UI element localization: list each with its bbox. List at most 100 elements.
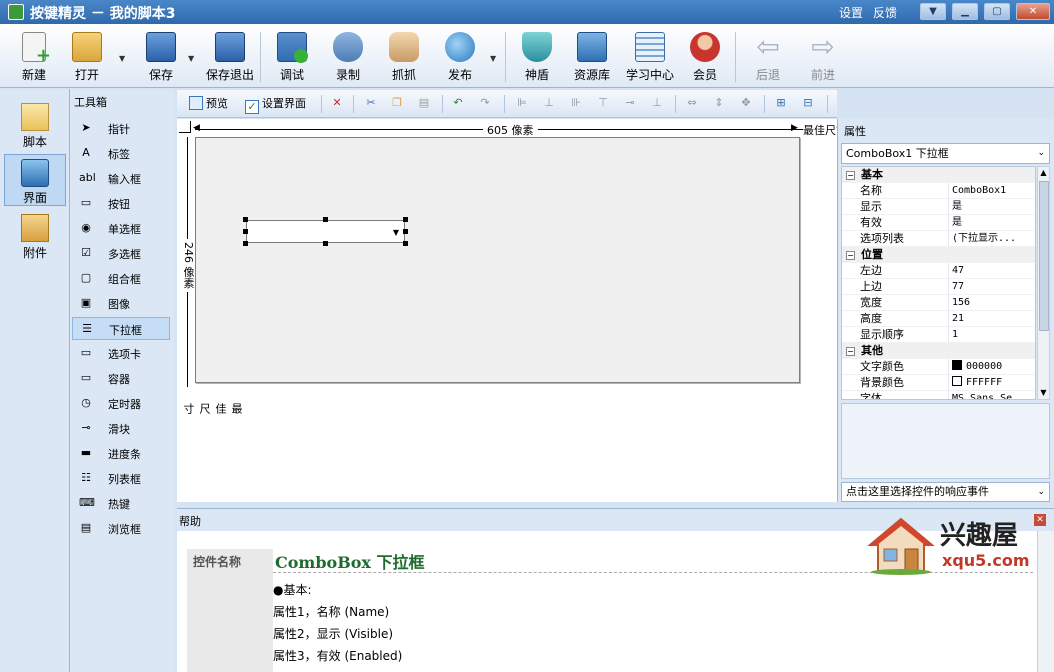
tool-checkbox[interactable]: ☑ 多选框 [72, 242, 170, 265]
settings-link[interactable]: 设置 [839, 4, 863, 21]
property-row[interactable]: 选项列表 (下拉显示... [842, 231, 1035, 247]
open-dropdown-arrow[interactable]: ▼ [119, 54, 125, 63]
scroll-up-icon[interactable]: ▲ [1038, 167, 1049, 179]
tool-tab[interactable]: ▭ 选项卡 [72, 342, 170, 365]
align-left-icon[interactable]: ⊫ [515, 96, 529, 110]
same-height-icon[interactable]: ⇕ [712, 96, 726, 110]
same-size-icon[interactable]: ✥ [739, 96, 753, 110]
align-center-icon[interactable]: ⊥ [542, 96, 556, 110]
record-button[interactable]: 录制 [323, 30, 373, 86]
tool-textbox[interactable]: abl 输入框 [72, 167, 170, 190]
tool-label[interactable]: A 标签 [72, 142, 170, 165]
property-row[interactable]: 显示 是 [842, 199, 1035, 215]
property-value[interactable]: 是 [948, 215, 1035, 231]
resize-handle[interactable] [243, 241, 248, 246]
tool-container[interactable]: ▭ 容器 [72, 367, 170, 390]
publish-button[interactable]: 发布 [435, 30, 485, 86]
debug-button[interactable]: 调试 [267, 30, 317, 86]
property-row[interactable]: 上边 77 [842, 279, 1035, 295]
scroll-down-icon[interactable]: ▼ [1038, 387, 1049, 399]
publish-dropdown-arrow[interactable]: ▼ [490, 54, 496, 63]
property-row[interactable]: 宽度 156 [842, 295, 1035, 311]
scroll-thumb[interactable] [1039, 181, 1049, 331]
tool-image[interactable]: ▣ 图像 [72, 292, 170, 315]
tool-slider[interactable]: ⊸ 滑块 [72, 417, 170, 440]
property-value[interactable]: FFFFFF [948, 375, 1035, 391]
tool-groupbox[interactable]: ▢ 组合框 [72, 267, 170, 290]
nav-attachment[interactable]: 附件 [4, 210, 66, 262]
best-size-v-label[interactable]: 最佳尺寸 [180, 403, 244, 414]
property-value[interactable]: ComboBox1 [948, 183, 1035, 199]
collapse-icon[interactable]: − [846, 347, 855, 356]
save-exit-button[interactable]: 保存退出 [202, 30, 258, 86]
member-button[interactable]: 会员 [680, 30, 730, 86]
tool-hotkey[interactable]: ⌨ 热键 [72, 492, 170, 515]
tool-listbox[interactable]: ☷ 列表框 [72, 467, 170, 490]
align-right-icon[interactable]: ⊪ [569, 96, 583, 110]
resize-handle[interactable] [243, 229, 248, 234]
property-row[interactable]: 显示顺序 1 [842, 327, 1035, 343]
nav-script[interactable]: 脚本 [4, 99, 66, 151]
resize-handle[interactable] [403, 229, 408, 234]
property-value[interactable]: 000000 [948, 359, 1035, 375]
resize-handle[interactable] [403, 217, 408, 222]
feedback-link[interactable]: 反馈 [873, 4, 897, 21]
center-vertical-icon[interactable]: ⊟ [801, 96, 815, 110]
tool-radio[interactable]: ◉ 单选框 [72, 217, 170, 240]
back-button[interactable]: ⇦ 后退 [743, 30, 793, 86]
save-dropdown-arrow[interactable]: ▼ [188, 54, 194, 63]
align-middle-icon[interactable]: ⊸ [623, 96, 637, 110]
resize-handle[interactable] [403, 241, 408, 246]
tool-progressbar[interactable]: ▬ 进度条 [72, 442, 170, 465]
center-horizontal-icon[interactable]: ⊞ [774, 96, 788, 110]
same-width-icon[interactable]: ⇔ [685, 96, 699, 110]
new-button[interactable]: + 新建 [9, 30, 59, 86]
collapse-icon[interactable]: − [846, 251, 855, 260]
align-bottom-icon[interactable]: ⊥ [650, 96, 664, 110]
maximize-button[interactable]: ▢ [984, 3, 1010, 20]
property-category[interactable]: − 基本 [842, 167, 1035, 183]
property-scrollbar[interactable]: ▲ ▼ [1037, 166, 1050, 400]
minimize-button[interactable]: ▁ [952, 3, 978, 20]
property-row[interactable]: 左边 47 [842, 263, 1035, 279]
close-button[interactable]: ✕ [1016, 3, 1050, 20]
cut-icon[interactable]: ✂ [364, 96, 378, 110]
property-row[interactable]: 有效 是 [842, 215, 1035, 231]
property-row[interactable]: 名称 ComboBox1 [842, 183, 1035, 199]
help-scrollbar[interactable] [1037, 531, 1054, 672]
nav-interface[interactable]: 界面 [4, 154, 66, 206]
redo-icon[interactable]: ↷ [478, 96, 492, 110]
property-row[interactable]: 背景颜色 FFFFFF [842, 375, 1035, 391]
property-category[interactable]: − 位置 [842, 247, 1035, 263]
align-top-icon[interactable]: ⊤ [596, 96, 610, 110]
copy-icon[interactable]: ❐ [390, 96, 404, 110]
tool-timer[interactable]: ◷ 定时器 [72, 392, 170, 415]
close-icon[interactable]: ✕ [1034, 514, 1046, 526]
combobox-control[interactable]: ▼ [246, 220, 405, 243]
events-selector[interactable]: 点击这里选择控件的响应事件 ⌄ [841, 482, 1050, 502]
tool-button[interactable]: ▭ 按钮 [72, 192, 170, 215]
undo-icon[interactable]: ↶ [451, 96, 465, 110]
tool-pointer[interactable]: ➤ 指针 [72, 117, 170, 140]
tool-combobox[interactable]: ☰ 下拉框 [72, 317, 170, 340]
menu-button[interactable]: ▼ [920, 3, 946, 20]
resize-handle[interactable] [243, 217, 248, 222]
shield-button[interactable]: 神盾 [512, 30, 562, 86]
preview-button[interactable]: 预览 [189, 95, 228, 113]
property-row[interactable]: 字体 MS Sans Se... [842, 391, 1035, 399]
property-value[interactable]: 是 [948, 199, 1035, 215]
property-value[interactable]: 1 [948, 327, 1035, 343]
save-button[interactable]: 保存 [136, 30, 186, 86]
property-row[interactable]: 文字颜色 000000 [842, 359, 1035, 375]
property-value[interactable]: 47 [948, 263, 1035, 279]
property-category[interactable]: − 其他 [842, 343, 1035, 359]
form-window[interactable]: ▼ [195, 137, 800, 383]
property-row[interactable]: 高度 21 [842, 311, 1035, 327]
property-value[interactable]: 156 [948, 295, 1035, 311]
open-button[interactable]: 打开 [62, 30, 112, 86]
property-value[interactable]: MS Sans Se... [948, 391, 1035, 399]
property-value[interactable]: 21 [948, 311, 1035, 327]
collapse-icon[interactable]: − [846, 171, 855, 180]
tool-browser[interactable]: ▤ 浏览框 [72, 517, 170, 540]
property-value[interactable]: (下拉显示... [948, 231, 1035, 247]
